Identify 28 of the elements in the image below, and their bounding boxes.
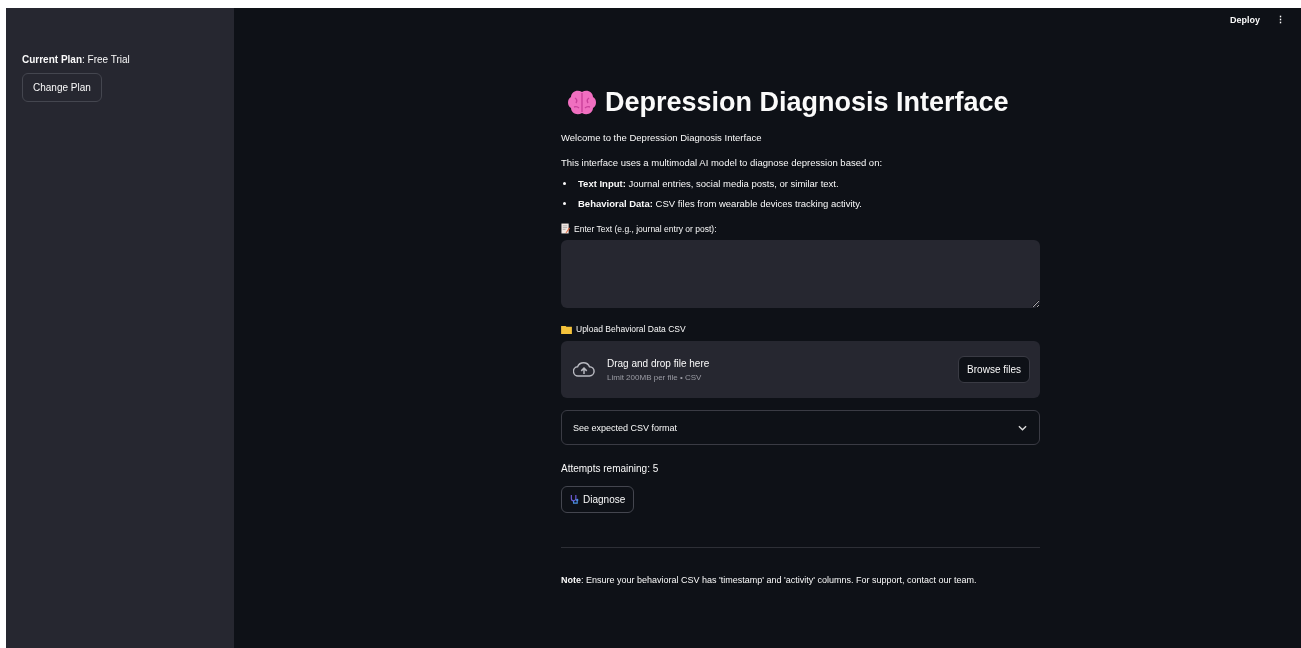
chevron-icon	[1018, 424, 1027, 431]
deploy-button[interactable]: Deploy	[1228, 13, 1262, 27]
intro-text: This interface uses a multimodal AI model to diagnose depression based on:	[561, 157, 884, 168]
folder-icon	[561, 324, 572, 334]
text-field-label: Enter Text (e.g., journal entry or post):	[574, 223, 717, 234]
file-drop-zone[interactable]: Drag and drop file here Limit 200MB per file • CSV Browse files	[561, 341, 1040, 398]
text-input-field[interactable]	[561, 240, 1040, 308]
cloud-upload-icon	[573, 361, 595, 378]
intro-text: Welcome to the Depression Diagnosis Interface	[561, 132, 763, 143]
csv-format-expander[interactable]: See expected CSV format	[561, 410, 1040, 445]
bullet-icon	[563, 182, 566, 185]
diagnose-button[interactable]: Diagnose	[561, 486, 635, 513]
uploader-label: Upload Behavioral Data CSV	[576, 324, 686, 334]
memo-icon	[561, 223, 570, 234]
menu-button[interactable]: ⋮	[1274, 13, 1287, 27]
bullet-icon	[563, 202, 566, 205]
note-text: Note: Ensure your behavioral CSV has 'timestamp' and 'activity' columns. For support, contact our team.	[561, 575, 978, 585]
attempts-remaining-text: Attempts remaining: 5	[561, 463, 660, 474]
browse-files-button[interactable]: Browse files	[958, 356, 1030, 383]
brain-icon	[567, 88, 597, 117]
bullet-text: Text Input: Journal entries, social media posts, or similar text.	[578, 178, 839, 189]
page-title: Depression Diagnosis Interface	[605, 87, 1009, 118]
drop-instruction: Drag and drop file here	[607, 357, 711, 369]
stethoscope-icon	[570, 494, 579, 505]
upload-limit-text: Limit 200MB per file • CSV	[607, 372, 703, 382]
change-plan-button[interactable]: Change Plan	[22, 73, 102, 102]
bullet-text: Behavioral Data: CSV files from wearable devices tracking activity.	[578, 198, 862, 209]
current-plan-text: Current Plan: Free Trial	[22, 54, 130, 65]
